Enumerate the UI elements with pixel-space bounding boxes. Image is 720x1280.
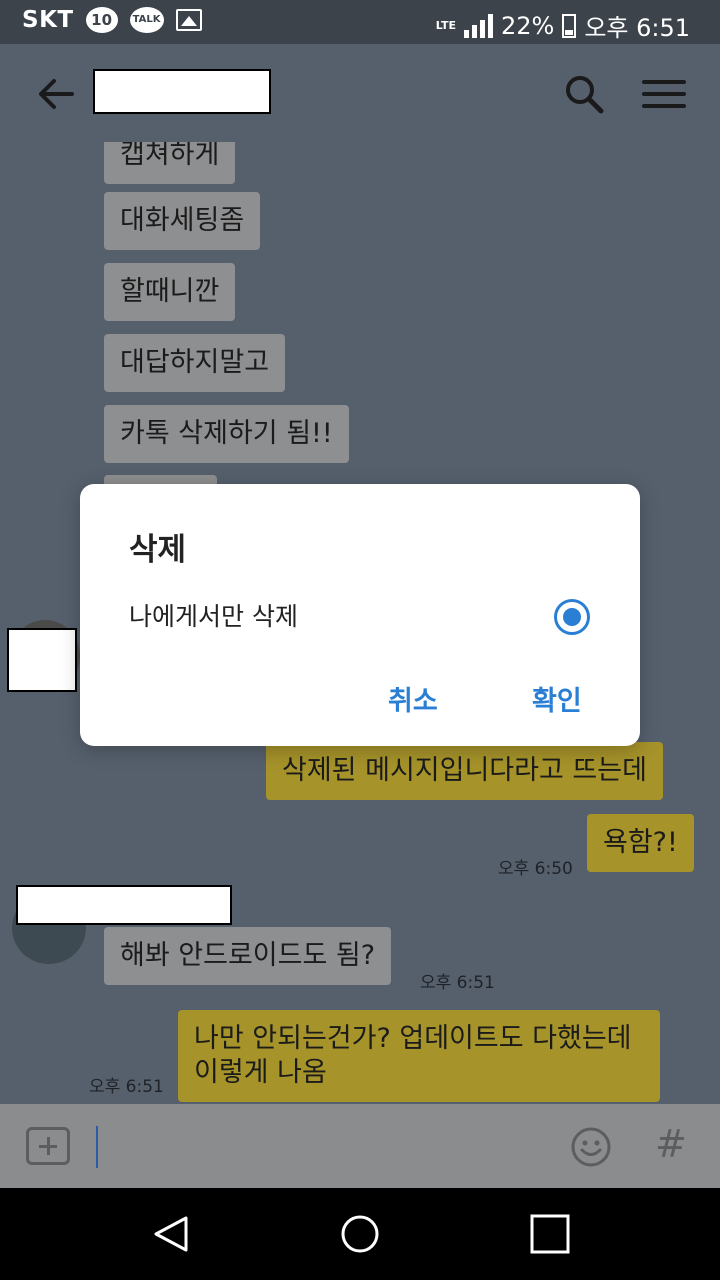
confirm-button[interactable]: 확인 bbox=[532, 679, 582, 718]
arrow-left-icon[interactable] bbox=[34, 72, 78, 116]
gallery-notification-icon bbox=[175, 9, 202, 31]
avatar-redacted bbox=[7, 628, 77, 692]
dialog-title: 삭제 bbox=[129, 532, 187, 568]
clock: 오후 6:51 bbox=[584, 14, 690, 42]
status-bar: SKT 10 TALK LTE 22% 오후 6:51 bbox=[0, 0, 720, 44]
network-type-icon: LTE bbox=[435, 19, 456, 32]
search-icon[interactable] bbox=[562, 72, 606, 116]
message-time: 오후 6:51 bbox=[89, 1077, 164, 1097]
circle-home-icon[interactable] bbox=[338, 1214, 382, 1254]
message-time: 오후 6:51 bbox=[420, 973, 495, 993]
cancel-button[interactable]: 취소 bbox=[388, 679, 438, 718]
message-bubble[interactable]: 해봐 안드로이드도 됨? bbox=[104, 927, 392, 985]
message-line: 이렇게 나옴 bbox=[194, 1057, 327, 1088]
square-recent-icon[interactable] bbox=[528, 1214, 572, 1254]
carrier-label: SKT bbox=[22, 7, 74, 33]
message-time: 오후 6:50 bbox=[498, 859, 573, 879]
menu-icon[interactable] bbox=[640, 72, 688, 116]
notification-count-badge: 10 bbox=[85, 7, 118, 33]
message-input[interactable] bbox=[96, 1126, 98, 1168]
message-bubble[interactable]: 카톡 삭제하기 됨!! bbox=[104, 405, 349, 463]
delete-for-me-option-label[interactable]: 나에게서만 삭제 bbox=[129, 597, 298, 633]
emoji-icon[interactable] bbox=[570, 1126, 612, 1168]
delete-for-me-radio[interactable] bbox=[554, 599, 590, 635]
delete-dialog: 삭제 나에게서만 삭제 취소 확인 bbox=[80, 484, 640, 746]
hash-icon[interactable]: # bbox=[655, 1122, 687, 1166]
message-bubble[interactable]: 대화세팅좀 bbox=[104, 192, 261, 250]
battery-percent: 22% bbox=[500, 11, 555, 40]
kakaotalk-notification-icon: TALK bbox=[129, 7, 164, 33]
sender-name-redacted bbox=[16, 885, 232, 925]
plus-box-icon[interactable] bbox=[26, 1127, 70, 1165]
message-bubble[interactable]: 할때니깐 bbox=[104, 263, 236, 321]
chat-header bbox=[0, 44, 720, 142]
triangle-back-icon[interactable] bbox=[150, 1214, 194, 1254]
chat-room-name-redacted bbox=[93, 69, 271, 114]
message-bubble[interactable]: 나만 안되는건가? 업데이트도 다했는데 이렇게 나옴 bbox=[178, 1010, 660, 1102]
message-input-bar: # bbox=[0, 1104, 720, 1188]
message-bubble[interactable]: 캡쳐하게 bbox=[104, 142, 236, 184]
signal-icon bbox=[463, 13, 493, 38]
message-bubble[interactable]: 삭제된 메시지입니다라고 뜨는데 bbox=[266, 742, 663, 800]
message-bubble[interactable]: 대답하지말고 bbox=[104, 334, 286, 392]
radio-selected-dot bbox=[563, 608, 581, 626]
system-nav-bar bbox=[0, 1188, 720, 1280]
message-bubble[interactable]: 욕함?! bbox=[587, 814, 694, 872]
message-line: 나만 안되는건가? 업데이트도 다했는데 bbox=[194, 1023, 632, 1054]
battery-icon bbox=[562, 13, 577, 38]
